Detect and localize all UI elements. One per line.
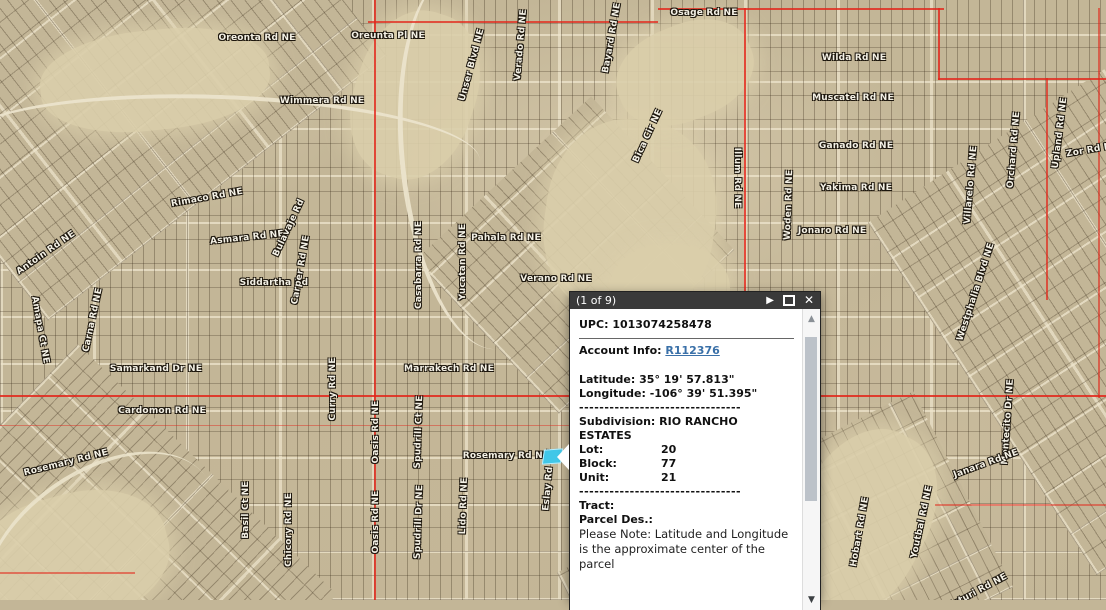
parcel-info-popup: (1 of 9) ▶ ✕ UPC: 1013074258478 Account … bbox=[569, 291, 821, 600]
account-label: Account Info: bbox=[579, 344, 662, 357]
latitude-label: Latitude: bbox=[579, 373, 635, 386]
upc-value: 1013074258478 bbox=[612, 318, 712, 331]
section-line bbox=[0, 395, 1106, 397]
road-label: Ganado Rd NE bbox=[819, 141, 893, 151]
latitude-row: Latitude: 35° 19' 57.813" bbox=[579, 373, 794, 387]
dashed-separator: -------------------------------- bbox=[579, 401, 794, 415]
road-label: Oasis Rd NE bbox=[371, 400, 381, 463]
account-row: Account Info: R112376 bbox=[579, 344, 794, 358]
road-label: Chicory Rd NE bbox=[284, 493, 294, 567]
close-icon[interactable]: ✕ bbox=[804, 292, 814, 309]
longitude-row: Longitude: -106° 39' 51.395" bbox=[579, 387, 794, 401]
section-line bbox=[1098, 8, 1100, 398]
unit-value: 21 bbox=[661, 471, 676, 484]
popup-titlebar: (1 of 9) ▶ ✕ bbox=[569, 291, 821, 309]
road-label: Yakima Rd NE bbox=[820, 183, 892, 193]
block-value: 77 bbox=[661, 457, 676, 470]
lot-value: 20 bbox=[661, 443, 676, 456]
popup-callout-tail bbox=[557, 444, 569, 470]
scroll-up-icon[interactable]: ▲ bbox=[803, 312, 820, 326]
road-label: Illum Rd NE bbox=[732, 148, 742, 209]
section-line bbox=[938, 78, 1106, 80]
longitude-value: -106° 39' 51.395" bbox=[650, 387, 758, 400]
road-label: Jonaro Rd NE bbox=[798, 226, 866, 236]
road-label: Verano Rd NE bbox=[520, 274, 591, 284]
road-label: Yucatan Rd NE bbox=[458, 224, 468, 300]
section-line bbox=[0, 425, 640, 426]
road-label: Oreonta Rd NE bbox=[218, 33, 295, 43]
subdivision-row: Subdivision: RIO RANCHO ESTATES bbox=[579, 415, 794, 443]
block-label: Block: bbox=[579, 457, 661, 471]
next-result-icon[interactable]: ▶ bbox=[766, 292, 774, 309]
upc-label: UPC: bbox=[579, 318, 608, 331]
lot-label: Lot: bbox=[579, 443, 661, 457]
latitude-value: 35° 19' 57.813" bbox=[639, 373, 734, 386]
section-line bbox=[0, 572, 135, 574]
divider bbox=[579, 338, 794, 339]
popup-title: (1 of 9) bbox=[576, 294, 757, 307]
dashed-separator: -------------------------------- bbox=[579, 485, 794, 499]
road-label: Rosemary Rd NE bbox=[463, 451, 549, 461]
account-link[interactable]: R112376 bbox=[665, 344, 719, 357]
road-label: Samarkand Dr NE bbox=[110, 364, 202, 374]
subdivision-label: Subdivision: bbox=[579, 415, 655, 428]
note-text: Please Note: Latitude and Longitude is t… bbox=[579, 527, 794, 572]
upc-row: UPC: 1013074258478 bbox=[579, 318, 794, 332]
parcel-des-row: Parcel Des.: bbox=[579, 513, 794, 527]
section-line bbox=[938, 8, 940, 80]
popup-body: UPC: 1013074258478 Account Info: R112376… bbox=[569, 309, 821, 610]
road-label: Oreunta Pl NE bbox=[351, 31, 425, 41]
coordinates: Latitude: 35° 19' 57.813" Longitude: -10… bbox=[579, 373, 794, 401]
road-label: Cardomon Rd NE bbox=[118, 406, 206, 416]
road-label: Oasis Rd NE bbox=[371, 490, 381, 553]
scrollbar-thumb[interactable] bbox=[805, 337, 817, 501]
road-label: Pahala Rd NE bbox=[471, 233, 541, 243]
road-label: Osage Rd NE bbox=[670, 8, 737, 18]
road-label: Muscatel Rd NE bbox=[812, 93, 894, 103]
longitude-label: Longitude: bbox=[579, 387, 646, 400]
lot-row: Lot:20 bbox=[579, 443, 794, 457]
unit-label: Unit: bbox=[579, 471, 661, 485]
road-label: Casabarra Rd NE bbox=[414, 221, 424, 309]
tract-row: Tract: bbox=[579, 499, 794, 513]
road-label: Basil Ct NE bbox=[241, 481, 251, 539]
block-row: Block:77 bbox=[579, 457, 794, 471]
road-label: Wimmera Rd NE bbox=[280, 96, 364, 106]
maximize-icon[interactable] bbox=[783, 295, 795, 306]
section-line bbox=[1046, 78, 1048, 300]
scroll-down-icon[interactable]: ▼ bbox=[803, 593, 820, 607]
section-line bbox=[935, 504, 1106, 506]
road-label: Wilda Rd NE bbox=[822, 53, 886, 63]
map-canvas[interactable]: Oreonta Rd NE Oreunta Pl NE Osage Rd NE Wil… bbox=[0, 0, 1106, 600]
road-label: Lido Rd NE bbox=[458, 477, 470, 534]
unit-row: Unit:21 bbox=[579, 471, 794, 485]
road-label: Marrakech Rd NE bbox=[404, 364, 494, 374]
road-label: Curry Rd NE bbox=[328, 357, 338, 420]
popup-scrollbar[interactable]: ▲ ▼ bbox=[802, 309, 820, 610]
